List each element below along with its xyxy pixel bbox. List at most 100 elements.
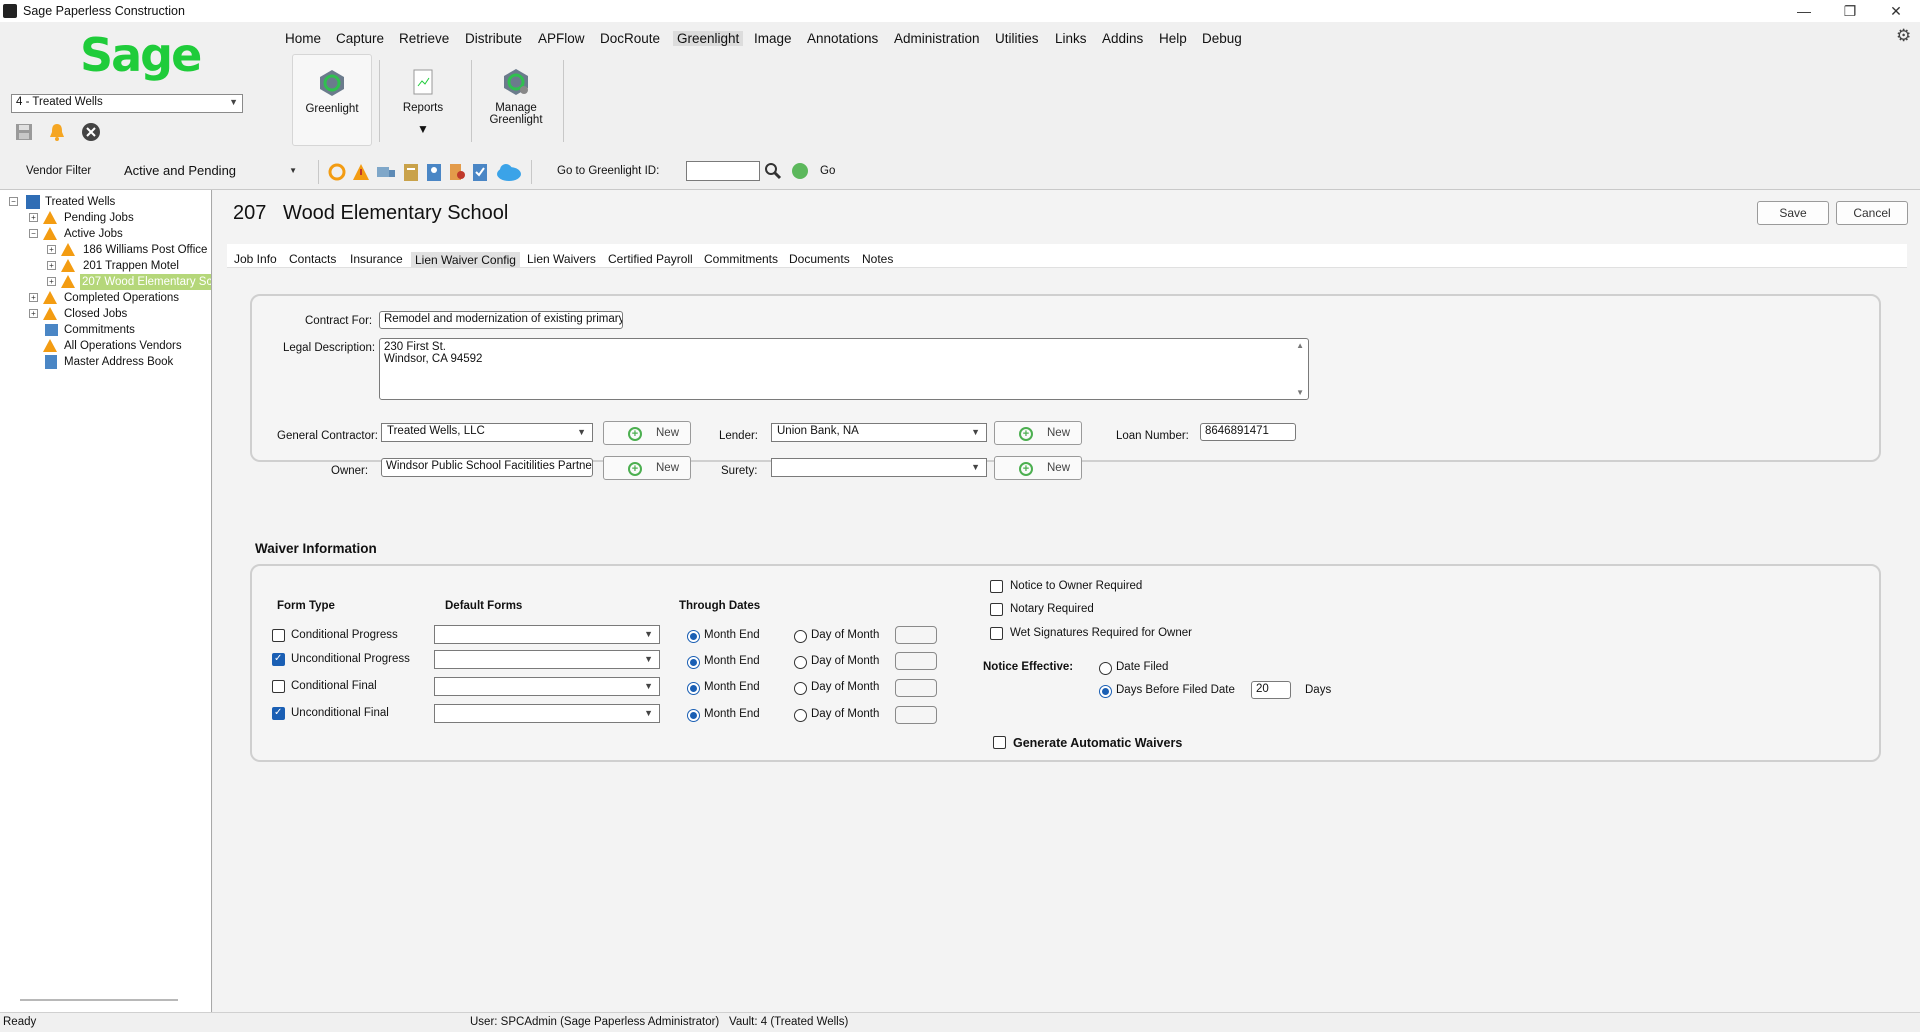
default-form-select[interactable]: ▼ xyxy=(434,677,660,696)
date-filed-radio[interactable] xyxy=(1099,662,1112,675)
manage-greenlight-ribbon-button[interactable]: Manage Greenlight xyxy=(476,54,556,146)
unconditional-progress-checkbox[interactable] xyxy=(272,653,285,666)
go-label[interactable]: Go xyxy=(820,165,835,177)
conditional-progress-checkbox[interactable] xyxy=(272,629,285,642)
menu-greenlight[interactable]: Greenlight xyxy=(673,31,744,46)
refresh-icon[interactable] xyxy=(328,162,346,182)
menu-addins[interactable]: Addins xyxy=(1102,31,1143,46)
tree-node-job-207[interactable]: + 207 Wood Elementary Sc xyxy=(47,274,211,290)
vendor-filter-select[interactable]: Active and Pending ▼ xyxy=(121,160,301,182)
default-form-select[interactable]: ▼ xyxy=(434,625,660,644)
contract-for-field[interactable]: Remodel and modernization of existing pr… xyxy=(379,311,623,329)
tab-certified-payroll[interactable]: Certified Payroll xyxy=(608,252,693,266)
checklist-icon[interactable] xyxy=(471,162,489,182)
save-button[interactable]: Save xyxy=(1757,201,1829,225)
save-disk-icon[interactable] xyxy=(14,122,34,142)
expand-icon[interactable]: + xyxy=(29,293,38,302)
expand-icon[interactable]: + xyxy=(29,309,38,318)
menu-help[interactable]: Help xyxy=(1159,31,1187,46)
expand-icon[interactable]: + xyxy=(29,213,38,222)
menu-docroute[interactable]: DocRoute xyxy=(600,31,660,46)
surety-select[interactable]: ▼ xyxy=(771,458,987,477)
owner-field[interactable]: Windsor Public School Facitilities Partn… xyxy=(381,458,593,477)
menu-image[interactable]: Image xyxy=(754,31,792,46)
day-field[interactable] xyxy=(895,652,937,670)
day-of-month-radio[interactable] xyxy=(794,630,807,643)
scroll-up-icon[interactable]: ▲ xyxy=(1296,341,1304,350)
menu-utilities[interactable]: Utilities xyxy=(995,31,1039,46)
day-of-month-radio[interactable] xyxy=(794,709,807,722)
menu-retrieve[interactable]: Retrieve xyxy=(399,31,449,46)
notary-checkbox[interactable] xyxy=(990,603,1003,616)
default-form-select[interactable]: ▼ xyxy=(434,650,660,669)
tab-commitments[interactable]: Commitments xyxy=(704,252,778,266)
gear-icon[interactable]: ⚙ xyxy=(1896,26,1911,46)
greenlight-id-input[interactable] xyxy=(686,161,760,181)
menu-capture[interactable]: Capture xyxy=(336,31,384,46)
menu-apflow[interactable]: APFlow xyxy=(538,31,585,46)
day-field[interactable] xyxy=(895,626,937,644)
conditional-final-checkbox[interactable] xyxy=(272,680,285,693)
new-lender-button[interactable]: + New xyxy=(994,421,1082,445)
loan-number-field[interactable]: 8646891471 xyxy=(1200,423,1296,441)
bell-icon[interactable] xyxy=(47,122,67,142)
cancel-button[interactable]: Cancel xyxy=(1836,201,1908,225)
lender-select[interactable]: Union Bank, NA ▼ xyxy=(771,423,987,442)
reports-ribbon-button[interactable]: Reports ▼ xyxy=(383,54,463,146)
vault-select[interactable]: 4 - Treated Wells ▼ xyxy=(11,94,243,113)
cloud-icon[interactable] xyxy=(495,162,523,182)
month-end-radio[interactable] xyxy=(687,656,700,669)
horizontal-scrollbar[interactable] xyxy=(20,999,178,1001)
greenlight-ribbon-button[interactable]: Greenlight xyxy=(292,54,372,146)
generate-waivers-checkbox[interactable] xyxy=(993,736,1006,749)
collapse-icon[interactable]: − xyxy=(9,197,18,206)
tab-lien-waivers[interactable]: Lien Waivers xyxy=(527,252,596,266)
expand-icon[interactable]: + xyxy=(47,245,56,254)
document-warning-icon[interactable] xyxy=(448,162,466,182)
close-window-button[interactable]: ✕ xyxy=(1873,0,1919,22)
notice-to-owner-checkbox[interactable] xyxy=(990,580,1003,593)
truck-icon[interactable] xyxy=(376,162,395,182)
menu-administration[interactable]: Administration xyxy=(894,31,980,46)
day-of-month-radio[interactable] xyxy=(794,656,807,669)
month-end-radio[interactable] xyxy=(687,709,700,722)
day-field[interactable] xyxy=(895,679,937,697)
tab-contacts[interactable]: Contacts xyxy=(289,252,336,266)
tab-insurance[interactable]: Insurance xyxy=(350,252,403,266)
minimize-button[interactable]: — xyxy=(1781,0,1827,22)
menu-distribute[interactable]: Distribute xyxy=(465,31,522,46)
month-end-radio[interactable] xyxy=(687,630,700,643)
tab-documents[interactable]: Documents xyxy=(789,252,850,266)
general-contractor-select[interactable]: Treated Wells, LLC ▼ xyxy=(381,423,593,442)
contact-icon[interactable] xyxy=(425,162,443,182)
day-of-month-radio[interactable] xyxy=(794,682,807,695)
days-before-filed-radio[interactable] xyxy=(1099,685,1112,698)
wet-signatures-checkbox[interactable] xyxy=(990,627,1003,640)
tab-job-info[interactable]: Job Info xyxy=(234,252,277,266)
menu-home[interactable]: Home xyxy=(285,31,321,46)
dropdown-arrow-icon[interactable]: ▼ xyxy=(383,122,463,136)
default-form-select[interactable]: ▼ xyxy=(434,704,660,723)
tab-lien-waiver-config[interactable]: Lien Waiver Config xyxy=(411,252,520,268)
unconditional-final-checkbox[interactable] xyxy=(272,707,285,720)
expand-icon[interactable]: + xyxy=(47,277,56,286)
days-before-field[interactable]: 20 xyxy=(1251,681,1291,699)
menu-links[interactable]: Links xyxy=(1055,31,1087,46)
collapse-icon[interactable]: − xyxy=(29,229,38,238)
warning-icon[interactable] xyxy=(352,162,370,182)
clipboard-icon[interactable] xyxy=(402,162,420,182)
new-owner-button[interactable]: + New xyxy=(603,456,691,480)
expand-icon[interactable]: + xyxy=(47,261,56,270)
close-circle-icon[interactable] xyxy=(81,122,101,142)
search-icon[interactable] xyxy=(764,161,782,181)
tab-notes[interactable]: Notes xyxy=(862,252,893,266)
menu-annotations[interactable]: Annotations xyxy=(807,31,878,46)
new-contractor-button[interactable]: + New xyxy=(603,421,691,445)
menu-debug[interactable]: Debug xyxy=(1202,31,1242,46)
go-icon[interactable] xyxy=(791,162,809,180)
new-surety-button[interactable]: + New xyxy=(994,456,1082,480)
restore-button[interactable]: ❐ xyxy=(1827,0,1873,22)
legal-description-field[interactable]: 230 First St. Windsor, CA 94592 ▲ ▼ xyxy=(379,338,1309,400)
day-field[interactable] xyxy=(895,706,937,724)
month-end-radio[interactable] xyxy=(687,682,700,695)
